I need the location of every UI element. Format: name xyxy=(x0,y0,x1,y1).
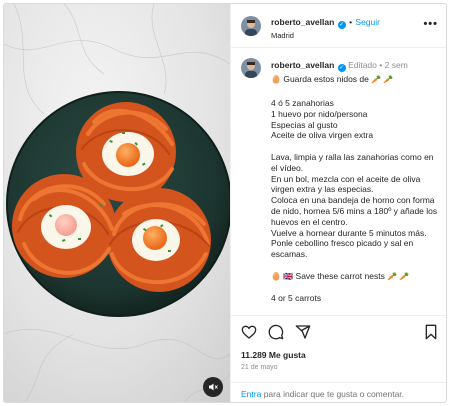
verified-badge-icon: ✓ xyxy=(337,21,346,29)
egg-uk-flag-emojis: 🥚 🇬🇧 xyxy=(271,271,294,281)
comment-prompt: Entra para indicar que te gusta o coment… xyxy=(231,382,446,402)
edited-label: Editado xyxy=(348,60,377,70)
comment-icon[interactable] xyxy=(268,324,284,340)
caption-separator: • xyxy=(379,60,383,70)
caption-first-line: 🥚 Guarda estos nidos de 🥕 🥕 xyxy=(271,74,393,84)
carrot-emojis: 🥕 🥕 xyxy=(387,271,410,281)
author-avatar[interactable] xyxy=(241,16,261,36)
caption-text: 4 ó 5 zanahorias 1 huevo por nido/person… xyxy=(271,98,441,315)
likes-count[interactable]: 11.289 Me gusta xyxy=(241,350,306,360)
ingredient-item: Aceite de oliva virgen extra xyxy=(271,130,374,141)
bookmark-icon[interactable] xyxy=(423,324,439,340)
carrot-nests-photo xyxy=(4,4,230,402)
egg-emoji: 🥚 xyxy=(271,75,281,84)
follow-button[interactable]: Seguir xyxy=(355,17,380,27)
post-date[interactable]: 21 de mayo xyxy=(241,364,278,371)
ingredient-item: Especias al gusto xyxy=(271,119,338,130)
post-actions: 11.289 Me gusta 21 de mayo Entra para in… xyxy=(231,315,446,402)
post-location[interactable]: Madrid xyxy=(271,31,294,40)
share-icon[interactable] xyxy=(295,324,311,340)
carrot-emojis: 🥕 🥕 xyxy=(371,75,394,84)
post-header: roberto_avellan ✓ • Seguir Madrid ••• xyxy=(231,4,446,48)
verified-badge-icon: ✓ xyxy=(337,64,346,72)
english-caption-line: 🥚 🇬🇧 Save these carrot nests 🥕 🥕 xyxy=(271,271,441,283)
comment-prompt-text: para indicar que te gusta o comentar. xyxy=(261,389,405,399)
caption-area: roberto_avellan ✓ Editado • 2 sem 🥚 Guar… xyxy=(231,48,446,315)
instagram-post: roberto_avellan ✓ • Seguir Madrid ••• ro… xyxy=(3,3,447,403)
mute-button[interactable] xyxy=(203,377,223,397)
ingredients-list: 4 ó 5 zanahorias 1 huevo por nido/person… xyxy=(271,98,441,141)
heart-icon[interactable] xyxy=(241,324,257,340)
post-side-panel: roberto_avellan ✓ • Seguir Madrid ••• ro… xyxy=(230,4,446,402)
post-age[interactable]: 2 sem xyxy=(385,60,408,70)
caption-first-text: Guarda estos nidos de xyxy=(283,74,369,84)
header-user-line: roberto_avellan ✓ • Seguir xyxy=(271,17,380,29)
recipe-steps: Lava, limpia y ralla las zanahorias como… xyxy=(271,151,438,260)
more-options-icon[interactable]: ••• xyxy=(423,18,438,30)
header-separator: • xyxy=(349,17,353,27)
caption-author-avatar[interactable] xyxy=(241,58,261,78)
action-icons xyxy=(241,324,441,344)
header-username[interactable]: roberto_avellan xyxy=(271,17,334,27)
caption-user-line: roberto_avellan ✓ Editado • 2 sem xyxy=(271,60,408,72)
english-caption-text: Save these carrot nests xyxy=(295,270,385,281)
caption-username[interactable]: roberto_avellan xyxy=(271,60,334,70)
speaker-muted-icon xyxy=(209,383,218,391)
ingredient-item: 1 huevo por nido/persona xyxy=(271,108,368,119)
english-first-ingredient: 4 or 5 carrots xyxy=(271,293,322,304)
ingredient-item: 4 ó 5 zanahorias xyxy=(271,98,334,108)
post-media[interactable] xyxy=(4,4,230,402)
login-link[interactable]: Entra xyxy=(241,389,261,399)
